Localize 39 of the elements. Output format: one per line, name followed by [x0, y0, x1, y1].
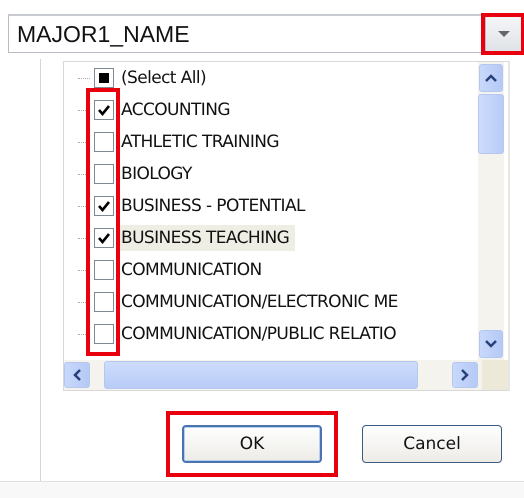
chevron-right-icon [461, 369, 469, 381]
scroll-up-button[interactable] [479, 64, 503, 92]
list-item[interactable]: BIOLOGY [118, 161, 198, 187]
scrollbar-corner [482, 360, 508, 390]
list-item[interactable]: (Select All) [118, 65, 212, 91]
horizontal-scrollbar[interactable] [64, 360, 508, 390]
checkbox[interactable] [94, 164, 114, 184]
caret-icon [496, 30, 510, 38]
list-item[interactable]: ATHLETIC TRAINING [118, 129, 285, 155]
list-item[interactable]: BUSINESS - POTENTIAL [118, 193, 311, 219]
chevron-left-icon [73, 369, 81, 381]
check-icon [97, 232, 111, 244]
checkbox[interactable] [94, 68, 114, 88]
scroll-right-button[interactable] [452, 362, 478, 388]
vertical-scrollbar[interactable] [478, 62, 504, 360]
chevron-down-icon [485, 340, 497, 348]
dialog-button[interactable]: OK [182, 425, 322, 463]
checkbox[interactable] [94, 228, 114, 248]
checkbox[interactable] [94, 100, 114, 120]
checkbox[interactable] [94, 324, 114, 344]
list-item[interactable]: COMMUNICATION/ELECTRONIC ME [118, 289, 404, 315]
chevron-up-icon [485, 74, 497, 82]
check-icon [97, 104, 111, 116]
dialog-button[interactable]: Cancel [362, 425, 502, 463]
checkbox[interactable] [94, 260, 114, 280]
field-dropdown[interactable]: MAJOR1_NAME [8, 14, 522, 53]
scroll-down-button[interactable] [479, 330, 503, 358]
checkbox[interactable] [94, 196, 114, 216]
list-item[interactable]: BUSINESS TEACHING [118, 225, 296, 251]
checkbox[interactable] [94, 132, 114, 152]
list-item[interactable]: COMMUNICATION [118, 257, 268, 283]
scroll-thumb[interactable] [478, 94, 504, 154]
scroll-left-button[interactable] [64, 362, 90, 388]
list-item[interactable]: COMMUNICATION/PUBLIC RELATIO [118, 321, 402, 347]
check-icon [97, 200, 111, 212]
checkbox[interactable] [94, 292, 114, 312]
scroll-thumb[interactable] [104, 361, 418, 389]
list-item[interactable]: ACCOUNTING [118, 97, 236, 123]
field-value: MAJOR1_NAME [16, 20, 191, 48]
